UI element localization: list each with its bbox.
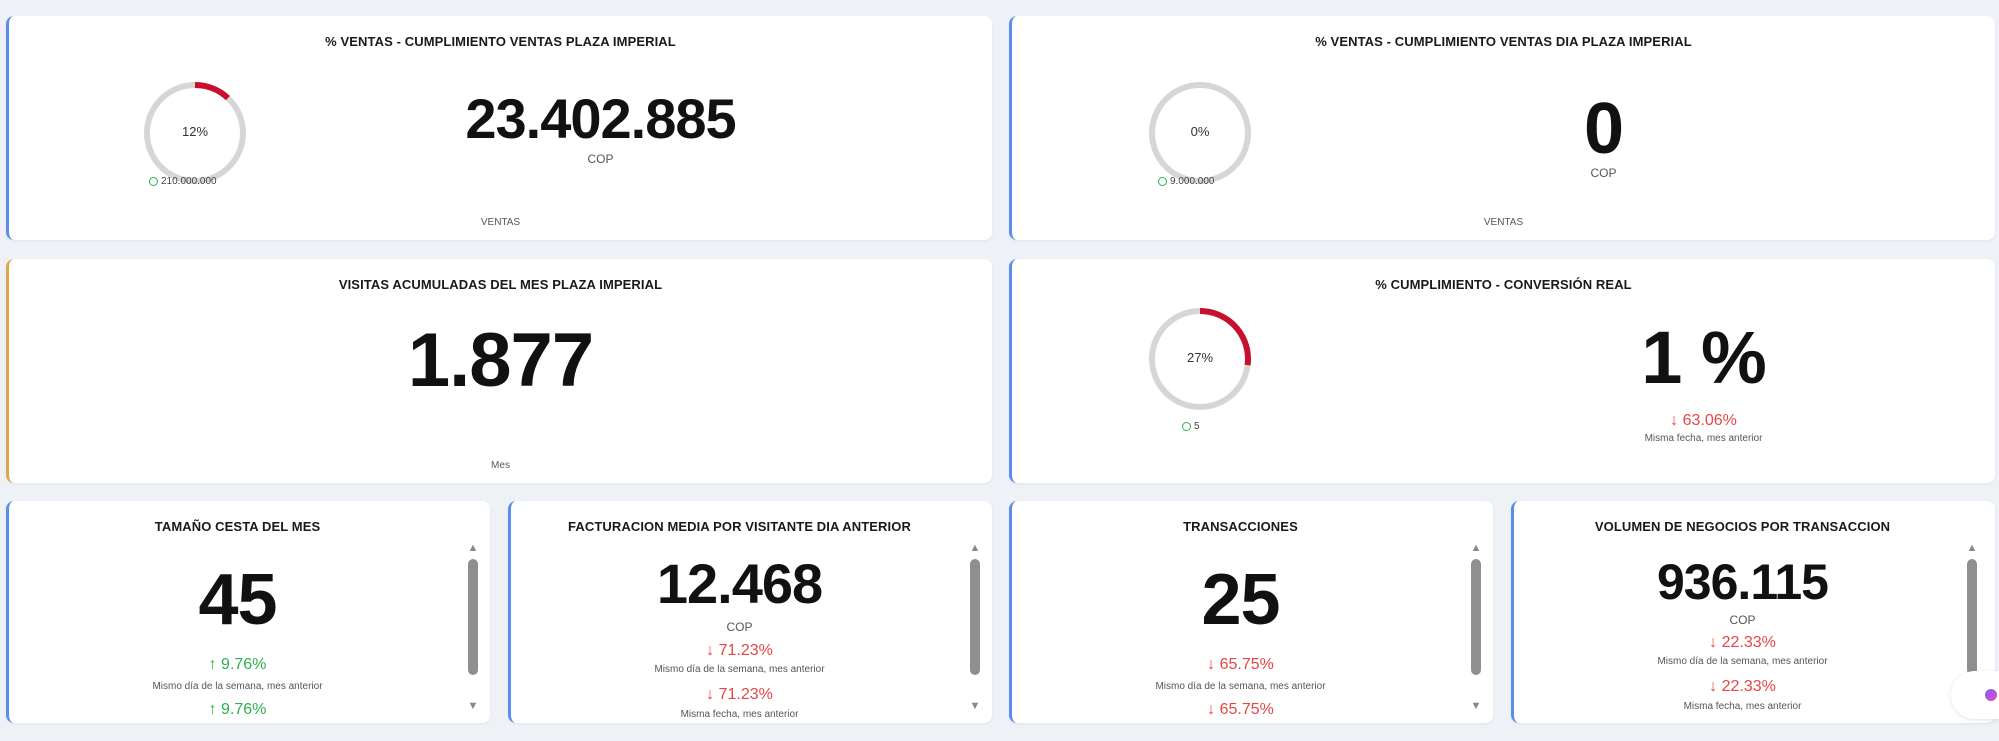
- card-scroll-content[interactable]: FACTURACION MEDIA POR VISITANTE DIA ANTE…: [511, 501, 968, 723]
- card-scrollbar[interactable]: ▲ ▼: [1467, 541, 1485, 713]
- delta-note: Misma fecha, mes anterior: [1644, 433, 1763, 444]
- scroll-down-icon[interactable]: ▼: [1471, 699, 1482, 713]
- card-scroll-content[interactable]: VOLUMEN DE NEGOCIOS POR TRANSACCION 936.…: [1514, 501, 1971, 723]
- scroll-thumb[interactable]: [1967, 559, 1977, 675]
- card-title: % VENTAS - CUMPLIMIENTO VENTAS PLAZA IMP…: [325, 34, 676, 49]
- kpi-unit: COP: [1590, 166, 1617, 180]
- target-label: 9.000.000: [1170, 176, 1215, 187]
- kpi-unit: COP: [1729, 613, 1756, 627]
- card-scrollbar[interactable]: ▲ ▼: [464, 541, 482, 713]
- delta-same-date: ↓ 71.23%: [706, 686, 773, 703]
- kpi-unit: COP: [587, 152, 614, 166]
- scroll-thumb[interactable]: [970, 559, 980, 675]
- conversion-compliance-card: % CUMPLIMIENTO - CONVERSIÓN REAL 27% 5 1…: [1009, 259, 1995, 483]
- scroll-track[interactable]: [969, 555, 981, 699]
- monthly-visits-card: VISITAS ACUMULADAS DEL MES PLAZA IMPERIA…: [6, 259, 992, 483]
- delta-note: Mismo día de la semana, mes anterior: [152, 681, 323, 692]
- scroll-up-icon[interactable]: ▲: [1967, 541, 1978, 555]
- delta-same-date: ↑ 9.76%: [208, 701, 267, 718]
- target-label: 5: [1194, 421, 1200, 432]
- delta-same-weekday: ↓ 22.33%: [1709, 634, 1776, 651]
- basket-size-card: TAMAÑO CESTA DEL MES 45 ↑ 9.76% Mismo dí…: [6, 501, 490, 723]
- kpi-value: 45: [198, 560, 277, 640]
- kpi-unit: COP: [726, 620, 753, 634]
- floating-assistant-button[interactable]: [1951, 671, 1999, 719]
- delta-previous-month: ↓ 63.06%: [1670, 412, 1737, 429]
- target-label: 210.000.000: [161, 176, 217, 187]
- card-footer: VENTAS: [1483, 217, 1524, 228]
- kpi-value: 0: [1583, 89, 1624, 169]
- delta-note: Misma fecha, mes anterior: [1683, 701, 1802, 712]
- transactions-card: TRANSACCIONES 25 ↓ 65.75% Mismo día de l…: [1009, 501, 1493, 723]
- card-title: VISITAS ACUMULADAS DEL MES PLAZA IMPERIA…: [338, 277, 663, 292]
- delta-note: Mismo día de la semana, mes anterior: [654, 664, 825, 675]
- avg-revenue-per-visitor-card: FACTURACION MEDIA POR VISITANTE DIA ANTE…: [508, 501, 992, 723]
- delta-note: Mismo día de la semana, mes anterior: [1657, 656, 1828, 667]
- scroll-track[interactable]: [467, 555, 479, 699]
- conversion-gauge: 27%: [1145, 304, 1255, 414]
- kpi-value: 1.877: [407, 318, 594, 403]
- scroll-up-icon[interactable]: ▲: [1471, 541, 1482, 555]
- card-footer: Mes: [491, 460, 510, 471]
- scroll-track[interactable]: [1470, 555, 1482, 699]
- target-value: 9.000.000: [1158, 176, 1215, 187]
- card-scroll-content[interactable]: TAMAÑO CESTA DEL MES 45 ↑ 9.76% Mismo dí…: [9, 501, 466, 723]
- assistant-icon[interactable]: [1985, 689, 1997, 701]
- kpi-value: 25: [1201, 560, 1280, 640]
- kpi-value: 936.115: [1657, 554, 1829, 610]
- kpi-value: 1 %: [1641, 316, 1767, 399]
- delta-same-date: ↓ 65.75%: [1207, 701, 1274, 718]
- delta-same-date: ↓ 22.33%: [1709, 678, 1776, 695]
- card-title: % CUMPLIMIENTO - CONVERSIÓN REAL: [1375, 277, 1632, 292]
- scroll-down-icon[interactable]: ▼: [970, 699, 981, 713]
- delta-note: Mismo día de la semana, mes anterior: [1155, 681, 1326, 692]
- card-scroll-content[interactable]: TRANSACCIONES 25 ↓ 65.75% Mismo día de l…: [1012, 501, 1469, 723]
- delta-note: Misma fecha, mes anterior: [680, 709, 799, 720]
- scroll-down-icon[interactable]: ▼: [468, 699, 479, 713]
- kpi-value: 23.402.885: [465, 87, 736, 150]
- daily-sales-compliance-card: % VENTAS - CUMPLIMIENTO VENTAS DIA PLAZA…: [1009, 16, 1995, 240]
- target-circle-icon: [149, 177, 158, 186]
- card-footer: VENTAS: [480, 217, 521, 228]
- target-circle-icon: [1182, 422, 1191, 431]
- card-title: TRANSACCIONES: [1183, 519, 1298, 534]
- scroll-up-icon[interactable]: ▲: [970, 541, 981, 555]
- sales-compliance-card: % VENTAS - CUMPLIMIENTO VENTAS PLAZA IMP…: [6, 16, 992, 240]
- target-circle-icon: [1158, 177, 1167, 186]
- target-value: 5: [1182, 421, 1200, 432]
- delta-same-weekday: ↓ 65.75%: [1207, 656, 1274, 673]
- delta-same-weekday: ↑ 9.76%: [208, 656, 267, 673]
- card-title: % VENTAS - CUMPLIMIENTO VENTAS DIA PLAZA…: [1315, 34, 1692, 49]
- scroll-thumb[interactable]: [468, 559, 478, 675]
- card-title: VOLUMEN DE NEGOCIOS POR TRANSACCION: [1594, 519, 1891, 534]
- scroll-thumb[interactable]: [1471, 559, 1481, 675]
- scroll-up-icon[interactable]: ▲: [468, 541, 479, 555]
- card-title: FACTURACION MEDIA POR VISITANTE DIA ANTE…: [568, 519, 911, 534]
- target-value: 210.000.000: [149, 176, 217, 187]
- gauge-percent: 27%: [1186, 350, 1214, 365]
- business-volume-per-transaction-card: VOLUMEN DE NEGOCIOS POR TRANSACCION 936.…: [1511, 501, 1995, 723]
- delta-same-weekday: ↓ 71.23%: [706, 642, 773, 659]
- kpi-value: 12.468: [656, 552, 823, 615]
- card-scrollbar[interactable]: ▲ ▼: [966, 541, 984, 713]
- card-title: TAMAÑO CESTA DEL MES: [154, 519, 321, 534]
